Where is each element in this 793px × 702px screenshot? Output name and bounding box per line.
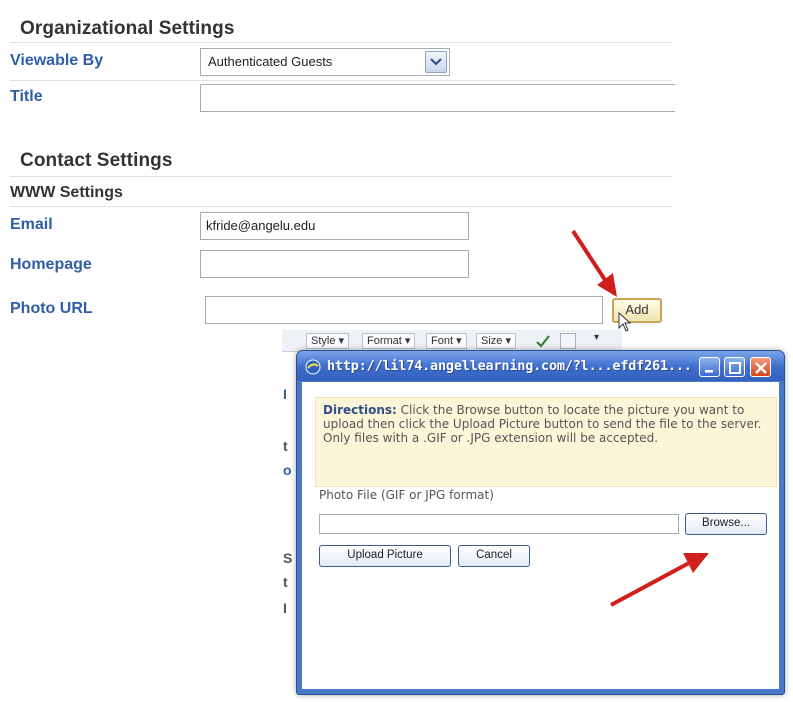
title-input[interactable] <box>200 84 680 112</box>
editor-text-fragment: I <box>283 600 287 616</box>
contact-settings-heading: Contact Settings <box>20 150 173 171</box>
viewable-by-label: Viewable By <box>10 52 104 69</box>
email-label: Email <box>10 216 53 233</box>
style-dropdown[interactable]: Style ▾ <box>306 333 350 349</box>
window-titlebar[interactable]: http://lil74.angellearning.com/?l...efdf… <box>297 351 784 381</box>
divider <box>10 80 672 81</box>
organizational-settings-heading: Organizational Settings <box>20 18 235 39</box>
photo-file-label: Photo File (GIF or JPG format) <box>319 488 494 502</box>
photo-url-label: Photo URL <box>10 300 93 317</box>
minimize-icon[interactable] <box>699 357 720 377</box>
title-label: Title <box>10 88 43 105</box>
www-settings-heading: WWW Settings <box>10 184 123 201</box>
email-input[interactable]: kfride@angelu.edu <box>200 212 469 240</box>
editor-text-fragment: I <box>283 386 287 402</box>
upload-photo-window: http://lil74.angellearning.com/?l...efdf… <box>296 350 785 695</box>
viewable-by-select[interactable]: Authenticated Guests <box>200 48 450 76</box>
editor-toolbar: Style ▾ Format ▾ Font ▾ Size ▾ ▾ <box>282 330 622 352</box>
editor-text-fragment: t <box>283 438 288 454</box>
viewable-by-value: Authenticated Guests <box>208 54 333 69</box>
divider <box>10 42 672 43</box>
chevron-down-icon[interactable] <box>425 51 447 73</box>
settings-page: Organizational Settings Viewable By Auth… <box>0 0 680 348</box>
annotation-arrow-icon <box>610 553 709 607</box>
cursor-icon <box>618 312 632 332</box>
format-dropdown[interactable]: Format ▾ <box>362 333 416 349</box>
size-dropdown[interactable]: Size ▾ <box>476 333 516 349</box>
homepage-label: Homepage <box>10 256 92 273</box>
directions-box: Directions: Click the Browse button to l… <box>315 397 777 487</box>
editor-text-fragment: S <box>283 550 293 566</box>
close-icon[interactable] <box>750 357 771 377</box>
font-dropdown[interactable]: Font ▾ <box>426 333 467 349</box>
cancel-button[interactable]: Cancel <box>458 545 530 567</box>
browse-button[interactable]: Browse... <box>685 513 767 535</box>
window-content: Directions: Click the Browse button to l… <box>302 382 779 689</box>
window-title: http://lil74.angellearning.com/?l...efdf… <box>327 358 692 374</box>
photo-url-input[interactable] <box>205 296 603 324</box>
homepage-input[interactable] <box>200 250 469 278</box>
editor-text-fragment: t <box>283 574 288 590</box>
chevron-down-icon[interactable]: ▾ <box>594 332 599 343</box>
upload-picture-button[interactable]: Upload Picture <box>319 545 451 567</box>
browser-icon <box>305 359 321 379</box>
maximize-icon[interactable] <box>724 357 745 377</box>
editor-text-fragment: o <box>283 462 292 478</box>
divider <box>10 206 672 207</box>
table-icon[interactable] <box>560 333 576 349</box>
annotation-arrow-icon <box>571 229 617 297</box>
divider <box>10 176 672 177</box>
photo-file-input[interactable] <box>319 514 679 534</box>
directions-label: Directions: <box>323 403 397 417</box>
